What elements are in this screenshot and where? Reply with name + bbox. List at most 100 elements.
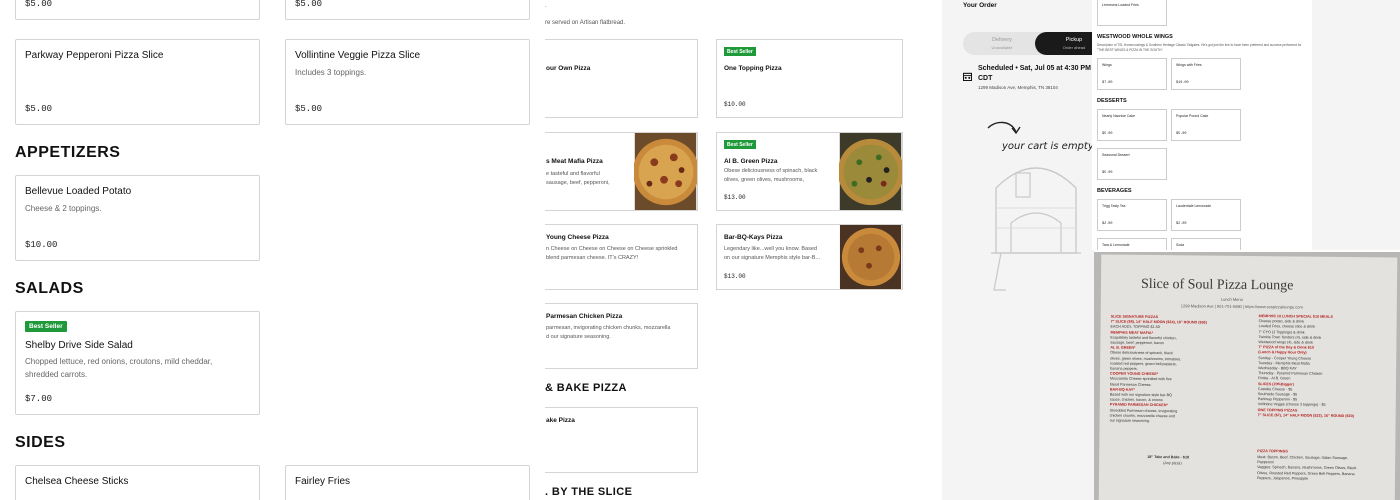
doc-item-name: Wings with Fries (1176, 63, 1202, 67)
item-name: Fairley Fries (295, 476, 351, 487)
scheduled-time[interactable]: Scheduled • Sat, Jul 05 at 4:30 PM CDT (978, 64, 1098, 84)
item-name: our Own Pizza (546, 65, 591, 72)
item-name: One Topping Pizza (724, 65, 782, 72)
menu-item-card[interactable]: $5.00 (15, 0, 260, 20)
doc-item: Nearly Naonise Cake $5.00 (1097, 109, 1167, 141)
doc-item: Lauderdale Lemonade $2.00 (1171, 199, 1241, 231)
doc-item: Seasonal Dessert $5.00 (1097, 148, 1167, 180)
doc-item: Soda (1171, 238, 1241, 250)
fulfillment-toggle[interactable]: Delivery Unavailable Pickup Order ahead (963, 32, 1113, 55)
pizza-image (634, 133, 697, 210)
doc-item-price: $5.00 (1102, 171, 1113, 175)
doc-wings-description: Description of TSL Homecookings & Southe… (1097, 43, 1302, 52)
item-name: ake Pizza (546, 417, 575, 424)
flyer-title: Slice of Soul Pizza Lounge (1140, 276, 1294, 294)
doc-item-name: Tara & Lemonade (1102, 243, 1130, 247)
menu-item-card[interactable]: Vollintine Veggie Pizza Slice Includes 3… (285, 39, 530, 125)
flyer-line: 7" SLICE ($7), 14" HALF MOON ($22), 16" … (1257, 412, 1354, 418)
menu-item-card[interactable]: $5.00 (285, 0, 530, 20)
doc-item-price: $2.00 (1176, 222, 1187, 226)
section-heading-take-and-bake: & BAKE PIZZA (545, 382, 627, 394)
best-seller-badge: Best Seller (724, 47, 756, 56)
delivery-option[interactable]: Delivery Unavailable (963, 32, 1041, 55)
item-name: Shelby Drive Side Salad (25, 340, 133, 351)
item-price: $10.00 (724, 101, 746, 108)
menu-item-card[interactable]: Chelsea Cheese Sticks (15, 465, 260, 500)
doc-item: Lemmons Loaded Fries (1097, 0, 1167, 26)
flyer-line: Peppers, Jalapenos, Pineapple (1256, 475, 1309, 481)
menu-middle-column: . re served on Artisan flatbread. our Ow… (545, 0, 942, 500)
doc-heading-beverages: BEVERAGES (1097, 188, 1132, 194)
menu-photo: Slice of Soul Pizza Lounge Lunch Menu 12… (1094, 250, 1400, 500)
flyer-line: our signature seasoning. (1109, 418, 1150, 424)
item-price: $5.00 (295, 104, 323, 114)
item-name: Bellevue Loaded Potato (25, 186, 132, 197)
item-price: $13.00 (724, 194, 746, 201)
menu-item-card[interactable]: our Own Pizza (545, 39, 698, 118)
item-description: Cheese & 2 toppings. (25, 204, 102, 213)
menu-item-card[interactable]: Young Cheese Pizza n Cheese on Cheese on… (545, 224, 698, 290)
pizza-image (839, 133, 902, 210)
doc-heading-desserts: DESSERTS (1097, 98, 1127, 104)
pickup-label: Pickup (1065, 37, 1083, 43)
flyer-left-column: SLICE SIGNATURE PIZZAS 7" SLICE ($8), 14"… (1110, 315, 1251, 426)
item-price: $5.00 (25, 104, 53, 114)
menu-item-card[interactable]: Bellevue Loaded Potato Cheese & 2 toppin… (15, 175, 260, 261)
doc-item: Wings $7.00 (1097, 58, 1167, 90)
item-name: Young Cheese Pizza (546, 234, 609, 241)
doc-item: Wings with Fries $10.00 (1171, 58, 1241, 90)
flyer-take-bake-note: (Any pizza) (1163, 461, 1182, 466)
item-name: Vollintine Veggie Pizza Slice (295, 50, 421, 61)
doc-item-name: Soda (1176, 243, 1185, 247)
flyer-subtitle: Lunch Menu (1220, 296, 1243, 302)
item-price: $7.00 (25, 394, 53, 404)
delivery-label: Delivery (992, 37, 1012, 43)
menu-item-card[interactable]: Parmesan Chicken Pizza parmesan, invigor… (545, 303, 698, 369)
menu-item-card[interactable]: Bar-BQ-Kays Pizza Legendary like...well … (716, 224, 903, 290)
menu-item-card[interactable]: Best Seller One Topping Pizza $10.00 (716, 39, 903, 118)
menu-item-card[interactable]: Parkway Pepperoni Pizza Slice $5.00 (15, 39, 260, 125)
menu-left-column: $5.00 $5.00 Parkway Pepperoni Pizza Slic… (0, 0, 545, 500)
best-seller-badge: Best Seller (724, 140, 756, 149)
menu-item-card[interactable]: s Meat Mafia Pizza e tasteful and flavor… (545, 132, 698, 211)
menu-item-card[interactable]: Best Seller Shelby Drive Side Salad Chop… (15, 311, 260, 415)
paper-flyer: Slice of Soul Pizza Lounge Lunch Menu 12… (1098, 254, 1398, 500)
menu-item-card[interactable]: ake Pizza (545, 407, 698, 473)
item-price: $10.00 (25, 240, 58, 250)
doc-item-price: $5.00 (1102, 132, 1113, 136)
item-name: Al B. Green Pizza (724, 158, 778, 165)
screen: $5.00 $5.00 Parkway Pepperoni Pizza Slic… (0, 0, 1400, 500)
item-description: blend parmesan cheese. IT's CRAZY! (546, 255, 639, 261)
item-price: $13.00 (724, 273, 746, 280)
flyer-toppings-list: Meat: Bacon, Beef, Chicken, Sausage, Ita… (1257, 455, 1392, 482)
item-description: olives, green olives, mushrooms, (724, 177, 805, 183)
menu-item-card[interactable]: Fairley Fries (285, 465, 530, 500)
pickup-address: 1299 Madison Ave, Memphis, TN 38104 (978, 85, 1058, 90)
item-price: $5.00 (25, 0, 53, 9)
empty-cart-illustration: your cart is empty (987, 121, 1095, 291)
doc-item-name: Wings (1102, 63, 1112, 67)
doc-heading-wings: WESTWOOD WHOLE WINGS (1097, 34, 1173, 40)
item-name: Parkway Pepperoni Pizza Slice (25, 50, 164, 61)
item-description: shredded carrots. (25, 370, 88, 379)
flyer-right-column: MEMPHIS 10 LUNCH SPECIAL $10 MEALS Cheese… (1258, 314, 1394, 419)
doc-item-price: $2.00 (1102, 222, 1113, 226)
item-price: $5.00 (295, 0, 323, 9)
section-note: . (545, 3, 547, 9)
menu-document: Lemmons Loaded Fries WESTWOOD WHOLE WING… (1092, 0, 1312, 250)
doc-item-name: Trigg Tasty Tea (1102, 204, 1126, 208)
delivery-status: Unavailable (991, 45, 1013, 50)
pizza-image (839, 225, 902, 289)
empty-cart-text: your cart is empty (1001, 141, 1095, 152)
doc-item: Tara & Lemonade (1097, 238, 1167, 250)
menu-item-card[interactable]: Best Seller Al B. Green Pizza Obese deli… (716, 132, 903, 211)
doc-item-price: $7.00 (1102, 81, 1113, 85)
item-description: Chopped lettuce, red onions, croutons, m… (25, 357, 213, 366)
item-description: sausage, beef, pepperoni, (546, 180, 610, 186)
item-description: on our signature Memphis style bar-B... (724, 255, 820, 261)
doc-item-name: Lauderdale Lemonade (1176, 204, 1212, 208)
calendar-icon (963, 72, 972, 81)
order-title: Your Order (963, 2, 997, 9)
item-description: Includes 3 toppings. (295, 68, 367, 77)
section-description: re served on Artisan flatbread. (545, 20, 626, 26)
